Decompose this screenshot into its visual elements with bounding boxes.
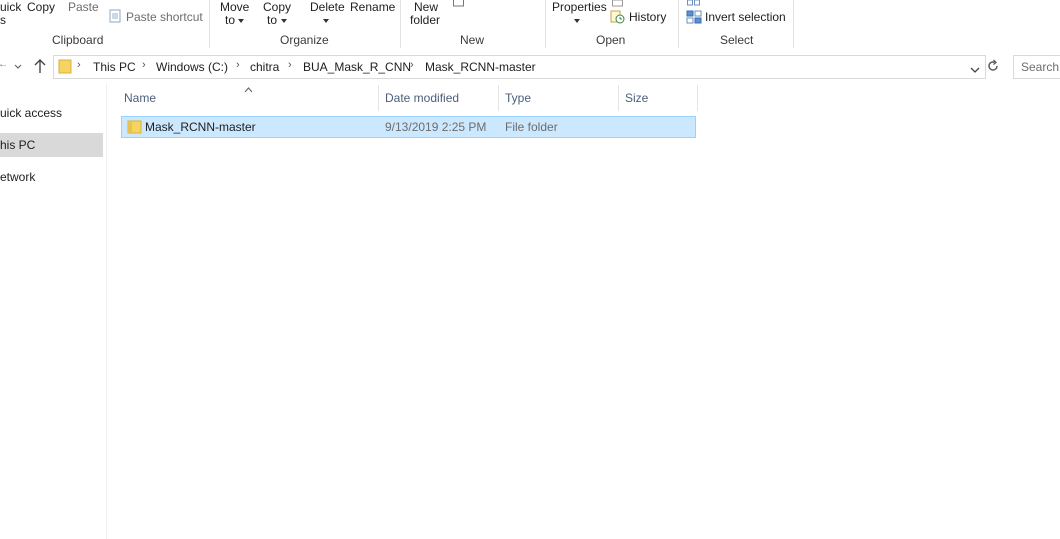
ribbon: uick s Copy Paste Paste shortcut Clipboa… <box>0 0 1060 51</box>
back-icon[interactable]: ← <box>0 59 8 70</box>
file-date-modified: 9/13/2019 2:25 PM <box>385 120 487 134</box>
column-divider[interactable] <box>618 85 619 111</box>
paste-shortcut-button[interactable]: Paste shortcut <box>126 11 203 24</box>
breadcrumb-mask-rcnn-master[interactable]: Mask_RCNN-master <box>425 60 536 74</box>
recent-locations-chevron-icon[interactable] <box>14 59 22 73</box>
group-divider <box>545 0 546 48</box>
breadcrumb-windows-c[interactable]: Windows (C:) <box>156 60 228 74</box>
address-bar[interactable]: › This PC › Windows (C:) › chitra › BUA_… <box>53 55 986 79</box>
select-group-label: Select <box>720 33 754 47</box>
breadcrumb-separator-icon[interactable]: › <box>410 59 414 71</box>
properties-button[interactable]: Properties <box>552 1 607 14</box>
column-divider[interactable] <box>498 85 499 111</box>
column-header-name[interactable]: Name <box>124 91 156 105</box>
refresh-icon[interactable] <box>986 59 1000 76</box>
move-to-label-2: to <box>225 13 236 27</box>
column-header-type[interactable]: Type <box>505 91 531 105</box>
nav-item-label: his PC <box>0 138 36 152</box>
folder-icon <box>127 119 142 137</box>
nav-item-network[interactable]: etwork <box>0 165 103 189</box>
breadcrumb-separator-icon[interactable]: › <box>142 59 146 71</box>
nav-item-this-pc[interactable]: his PC <box>0 133 103 157</box>
organize-group-label: Organize <box>280 33 329 47</box>
breadcrumb-separator-icon[interactable]: › <box>236 59 240 71</box>
new-group-label: New <box>460 33 485 47</box>
navigation-bar: ← › This PC › Windows (C:) › chitra › BU… <box>0 50 1060 83</box>
search-box[interactable]: Search <box>1013 55 1060 79</box>
search-input[interactable]: Search <box>1021 60 1059 74</box>
breadcrumb-chitra[interactable]: chitra <box>250 60 279 74</box>
pin-quick-access-label-2[interactable]: s <box>0 14 6 27</box>
address-dropdown-chevron-icon[interactable] <box>970 63 980 77</box>
column-header-date-modified[interactable]: Date modified <box>385 91 459 105</box>
paste-shortcut-icon <box>109 9 121 26</box>
navigation-pane: uick access his PC etwork <box>0 83 107 539</box>
sort-ascending-icon <box>244 82 253 96</box>
paste-button[interactable]: Paste <box>68 1 99 14</box>
nav-item-label: uick access <box>0 106 63 120</box>
breadcrumb-this-pc[interactable]: This PC <box>93 60 136 74</box>
breadcrumb-separator-icon[interactable]: › <box>288 59 292 71</box>
delete-button[interactable]: Delete <box>310 1 345 14</box>
copy-button[interactable]: Copy <box>27 1 55 14</box>
select-all-icon <box>687 0 701 10</box>
clipboard-group-label: Clipboard <box>52 33 104 47</box>
copy-to-label-2: to <box>267 13 278 27</box>
new-folder-label-2: folder <box>410 13 441 27</box>
column-divider[interactable] <box>378 85 379 111</box>
nav-item-label: etwork <box>0 170 36 184</box>
history-button[interactable]: History <box>629 11 666 24</box>
new-item-icon[interactable] <box>453 0 465 10</box>
group-divider <box>209 0 210 48</box>
file-type: File folder <box>505 120 558 134</box>
file-name: Mask_RCNN-master <box>145 120 256 134</box>
table-row[interactable]: Mask_RCNN-master 9/13/2019 2:25 PM File … <box>121 116 696 138</box>
folder-icon <box>58 58 72 77</box>
chevron-down-icon <box>238 19 244 23</box>
column-divider[interactable] <box>697 85 698 111</box>
invert-selection-icon <box>686 10 702 27</box>
chevron-down-icon <box>323 19 329 23</box>
open-icon <box>612 0 624 10</box>
chevron-down-icon <box>574 19 580 23</box>
breadcrumb-separator-icon[interactable]: › <box>77 59 81 71</box>
column-header-size[interactable]: Size <box>625 91 648 105</box>
invert-selection-button[interactable]: Invert selection <box>705 11 786 24</box>
nav-item-quick-access[interactable]: uick access <box>0 101 103 125</box>
group-divider <box>793 0 794 48</box>
breadcrumb-bua-mask-r-cnn[interactable]: BUA_Mask_R_CNN <box>303 60 411 74</box>
rename-button[interactable]: Rename <box>350 1 395 14</box>
history-icon <box>610 10 626 27</box>
group-divider <box>400 0 401 48</box>
chevron-down-icon <box>281 19 287 23</box>
open-group-label: Open <box>596 33 626 47</box>
group-divider <box>678 0 679 48</box>
up-arrow-icon[interactable] <box>33 58 47 77</box>
